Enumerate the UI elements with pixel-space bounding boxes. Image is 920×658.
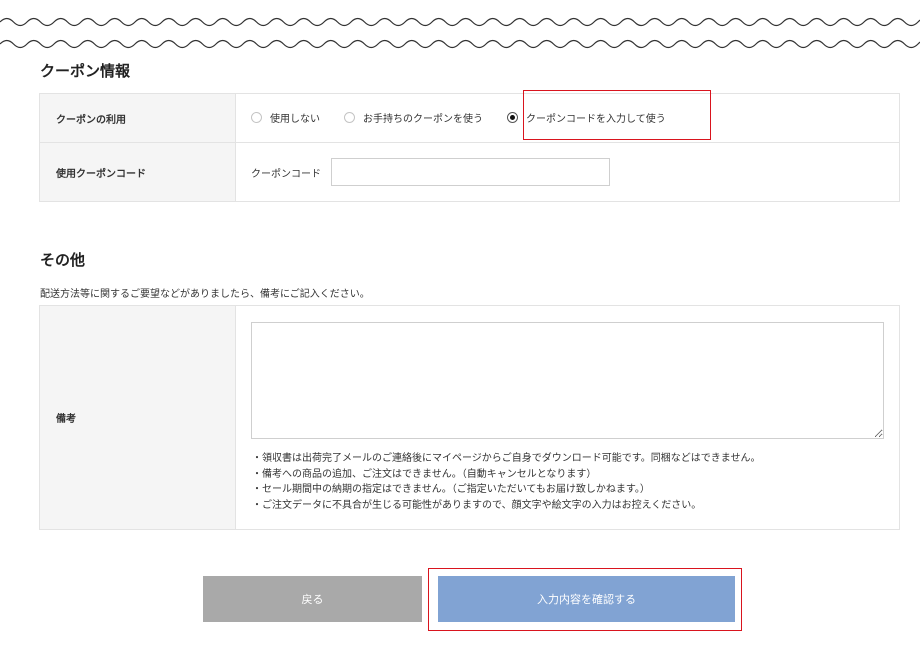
coupon-usage-label: クーポンの利用 <box>40 94 236 142</box>
remarks-row: 備考 ・領収書は出荷完了メールのご連絡後にマイページからご自身でダウンロード可能… <box>40 306 899 529</box>
coupon-code-option-highlight <box>523 90 711 140</box>
remarks-note: ・セール期間中の納期の指定はできません。（ご指定いただいてもお届け致しかねます。… <box>252 484 650 495</box>
radio-circle-no-coupon[interactable] <box>251 112 262 123</box>
radio-owned-coupon[interactable]: お手持ちのクーポンを使う <box>344 110 483 125</box>
other-section-title: その他 <box>40 251 86 269</box>
coupon-code-input[interactable] <box>331 158 610 186</box>
confirm-button-highlight <box>428 568 742 631</box>
radio-no-coupon[interactable]: 使用しない <box>251 110 320 125</box>
back-button[interactable]: 戻る <box>203 576 422 622</box>
remarks-cell: ・領収書は出荷完了メールのご連絡後にマイページからご自身でダウンロード可能です。… <box>236 306 899 529</box>
coupon-code-row: 使用クーポンコード クーポンコード <box>40 142 899 201</box>
coupon-code-field-label: クーポンコード <box>251 169 321 180</box>
coupon-usage-row: クーポンの利用 使用しない お手持ちのクーポンを使う クーポンコードを入力して使… <box>40 94 899 142</box>
coupon-form-table: クーポンの利用 使用しない お手持ちのクーポンを使う クーポンコードを入力して使… <box>39 93 900 202</box>
remarks-form-table: 備考 ・領収書は出荷完了メールのご連絡後にマイページからご自身でダウンロード可能… <box>39 305 900 530</box>
coupon-code-cell: クーポンコード <box>236 143 899 201</box>
radio-label-owned-coupon: お手持ちのクーポンを使う <box>363 114 483 125</box>
coupon-section-title: クーポン情報 <box>40 62 131 80</box>
radio-circle-coupon-code[interactable] <box>507 112 518 123</box>
other-section-description: 配送方法等に関するご要望などがありましたら、備考にご記入ください。 <box>40 289 370 300</box>
remarks-label: 備考 <box>40 306 236 529</box>
radio-label-no-coupon: 使用しない <box>270 114 320 125</box>
remarks-notes: ・領収書は出荷完了メールのご連絡後にマイページからご自身でダウンロード可能です。… <box>252 451 761 513</box>
radio-circle-owned-coupon[interactable] <box>344 112 355 123</box>
remarks-note: ・備考への商品の追加、ご注文はできません。（自動キャンセルとなります） <box>252 468 597 480</box>
remarks-note: ・領収書は出荷完了メールのご連絡後にマイページからご自身でダウンロード可能です。… <box>252 453 761 464</box>
wavy-divider <box>0 17 920 49</box>
remarks-textarea[interactable] <box>251 322 884 439</box>
coupon-code-row-label: 使用クーポンコード <box>40 143 236 201</box>
remarks-note: ・ご注文データに不具合が生じる可能性がありますので、顔文字や絵文字の入力はお控え… <box>252 499 702 511</box>
